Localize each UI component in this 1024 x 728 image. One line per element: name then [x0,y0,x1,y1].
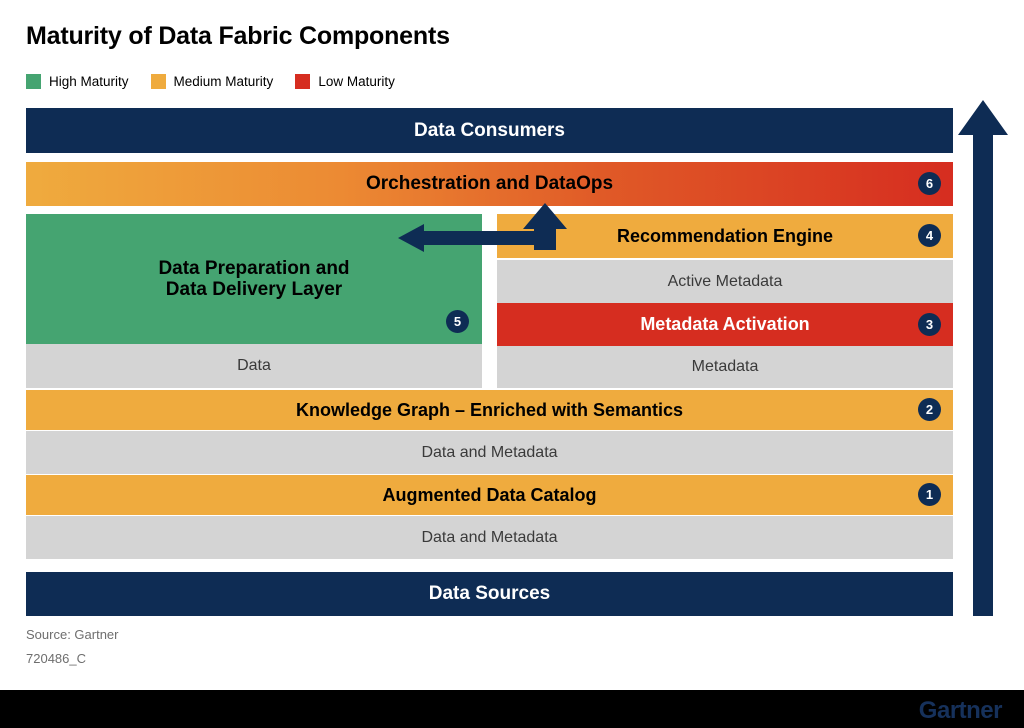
metadata-activation-label: Metadata Activation [640,314,810,335]
metadata-activation-bar: Metadata Activation [497,303,953,346]
data-sources-label: Data Sources [428,583,551,605]
data-consumers-bar: Data Consumers [26,108,953,153]
catalog-substrate-bar: Data and Metadata [26,516,953,559]
legend-label-low-maturity: Low Maturity [318,74,395,89]
metadata-substrate-label: Metadata [691,358,759,376]
gartner-logo: Gartner [918,697,1003,724]
metadata-substrate-bar: Metadata [497,346,953,388]
legend: High Maturity Medium Maturity Low Maturi… [26,74,417,89]
data-preparation-line-1: Data Preparation and [158,257,350,279]
data-preparation-line-2: Data Delivery Layer [165,279,343,300]
data-preparation-delivery-label: Data Preparation and Data Delivery Layer [158,258,349,301]
recommendation-engine-label: Recommendation Engine [616,225,834,246]
orchestration-dataops-bar: Orchestration and DataOps [26,162,953,206]
badge-2: 2 [918,398,941,421]
data-substrate-label: Data [237,357,271,375]
knowledge-graph-substrate-bar: Data and Metadata [26,431,953,474]
catalog-substrate-label: Data and Metadata [421,528,558,546]
augmented-data-catalog-label: Augmented Data Catalog [382,484,597,505]
legend-item-high-maturity: High Maturity [26,74,129,89]
upward-maturity-arrow-icon [958,100,1008,616]
footer-band [0,690,1024,728]
document-id: 720486_C [26,651,86,666]
badge-6: 6 [918,172,941,195]
legend-item-low-maturity: Low Maturity [295,74,395,89]
badge-1: 1 [918,483,941,506]
knowledge-graph-bar: Knowledge Graph – Enriched with Semantic… [26,390,953,430]
green-square-swatch-icon [26,74,41,89]
legend-label-medium-maturity: Medium Maturity [173,74,274,89]
amber-square-swatch-icon [150,74,166,89]
augmented-data-catalog-bar: Augmented Data Catalog [26,475,953,515]
data-substrate-bar: Data [26,344,482,388]
source-attribution: Source: Gartner [26,627,119,642]
data-consumers-label: Data Consumers [414,119,565,141]
badge-4: 4 [918,224,941,247]
badge-5: 5 [446,310,469,333]
legend-item-medium-maturity: Medium Maturity [150,74,274,89]
knowledge-graph-label: Knowledge Graph – Enriched with Semantic… [295,399,684,420]
orchestration-dataops-label: Orchestration and DataOps [365,173,614,195]
data-preparation-delivery-block: Data Preparation and Data Delivery Layer [26,214,482,344]
recommendation-engine-bar: Recommendation Engine [497,214,953,258]
red-square-swatch-icon [295,74,311,89]
diagram-canvas: Maturity of Data Fabric Components High … [0,0,1024,728]
knowledge-graph-substrate-label: Data and Metadata [421,443,558,461]
badge-3: 3 [918,313,941,336]
active-metadata-label: Active Metadata [667,272,783,290]
data-sources-bar: Data Sources [26,572,953,616]
legend-label-high-maturity: High Maturity [49,74,129,89]
page-title: Maturity of Data Fabric Components [26,22,450,50]
active-metadata-bar: Active Metadata [497,260,953,303]
